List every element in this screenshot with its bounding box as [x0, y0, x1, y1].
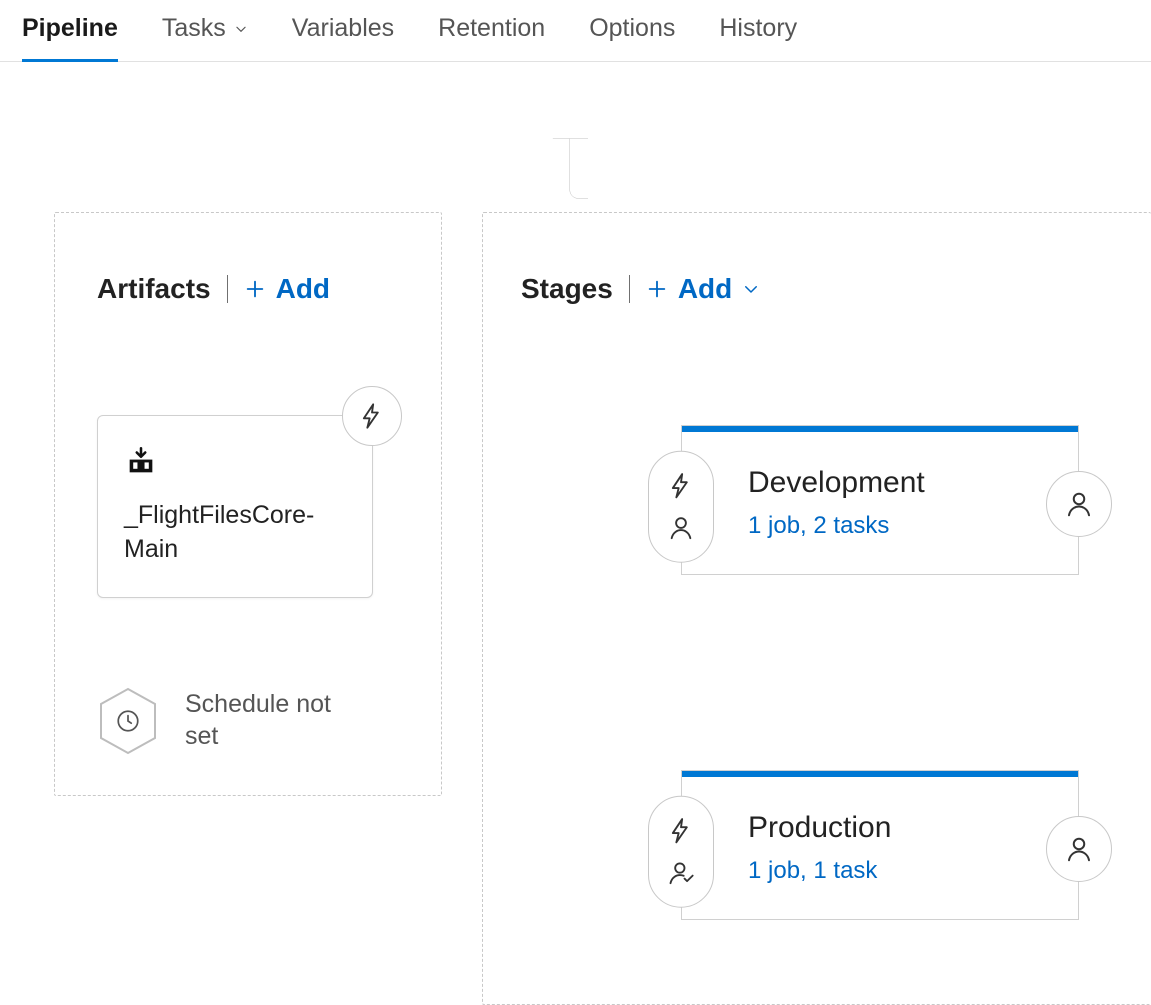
artifact-name: _FlightFilesCore-Main: [124, 499, 346, 567]
person-check-icon: [667, 859, 695, 887]
build-source-icon: [124, 444, 158, 478]
tab-history-label: History: [719, 14, 797, 43]
tab-history[interactable]: History: [719, 14, 797, 61]
bolt-icon: [667, 472, 695, 500]
tab-options-label: Options: [589, 14, 675, 43]
stage-card-production[interactable]: Production 1 job, 1 task: [681, 770, 1079, 920]
tab-options[interactable]: Options: [589, 14, 675, 61]
tab-retention[interactable]: Retention: [438, 14, 545, 61]
stages-panel: Stages Add Development 1 job, 2 tasks: [482, 212, 1151, 1005]
plus-icon: [646, 278, 668, 300]
stage-card-development[interactable]: Development 1 job, 2 tasks: [681, 425, 1079, 575]
bolt-icon: [667, 817, 695, 845]
stage-detail-link[interactable]: 1 job, 1 task: [748, 857, 1052, 885]
schedule-hexagon: [97, 686, 159, 756]
bolt-icon: [358, 402, 386, 430]
person-icon: [1064, 834, 1094, 864]
post-deploy-conditions-button[interactable]: [1046, 471, 1112, 537]
schedule-text: Schedule not set: [185, 689, 335, 752]
connector-lines: [0, 62, 1151, 222]
schedule-button[interactable]: Schedule not set: [97, 686, 399, 756]
artifact-trigger-button[interactable]: [342, 386, 402, 446]
tab-retention-label: Retention: [438, 14, 545, 43]
chevron-down-icon: [742, 280, 760, 298]
tab-pipeline[interactable]: Pipeline: [22, 14, 118, 61]
post-deploy-conditions-button[interactable]: [1046, 816, 1112, 882]
tab-variables-label: Variables: [292, 14, 394, 43]
add-stage-label: Add: [678, 273, 732, 305]
person-icon: [667, 514, 695, 542]
divider: [227, 275, 228, 303]
stages-title: Stages: [521, 273, 613, 305]
plus-icon: [244, 278, 266, 300]
add-stage-button[interactable]: Add: [646, 273, 760, 305]
artifacts-title: Artifacts: [97, 273, 211, 305]
pipeline-canvas: Artifacts Add _FlightFilesCore-Main Sche…: [0, 62, 1151, 222]
stages-header: Stages Add: [521, 273, 1113, 305]
stage-name: Development: [748, 466, 1052, 500]
add-artifact-button[interactable]: Add: [244, 273, 330, 305]
chevron-down-icon: [234, 22, 248, 36]
tab-pipeline-label: Pipeline: [22, 14, 118, 43]
artifact-card[interactable]: _FlightFilesCore-Main: [97, 415, 373, 598]
tab-variables[interactable]: Variables: [292, 14, 394, 61]
add-artifact-label: Add: [276, 273, 330, 305]
tab-bar: Pipeline Tasks Variables Retention Optio…: [0, 0, 1151, 62]
tab-tasks-label: Tasks: [162, 14, 226, 43]
person-icon: [1064, 489, 1094, 519]
stage-name: Production: [748, 811, 1052, 845]
pre-deploy-conditions-button[interactable]: [648, 451, 714, 563]
divider: [629, 275, 630, 303]
pre-deploy-conditions-button[interactable]: [648, 796, 714, 908]
stage-detail-link[interactable]: 1 job, 2 tasks: [748, 512, 1052, 540]
artifacts-panel: Artifacts Add _FlightFilesCore-Main Sche…: [54, 212, 442, 796]
artifacts-header: Artifacts Add: [97, 273, 399, 305]
tab-tasks[interactable]: Tasks: [162, 14, 248, 61]
clock-icon: [115, 708, 141, 734]
